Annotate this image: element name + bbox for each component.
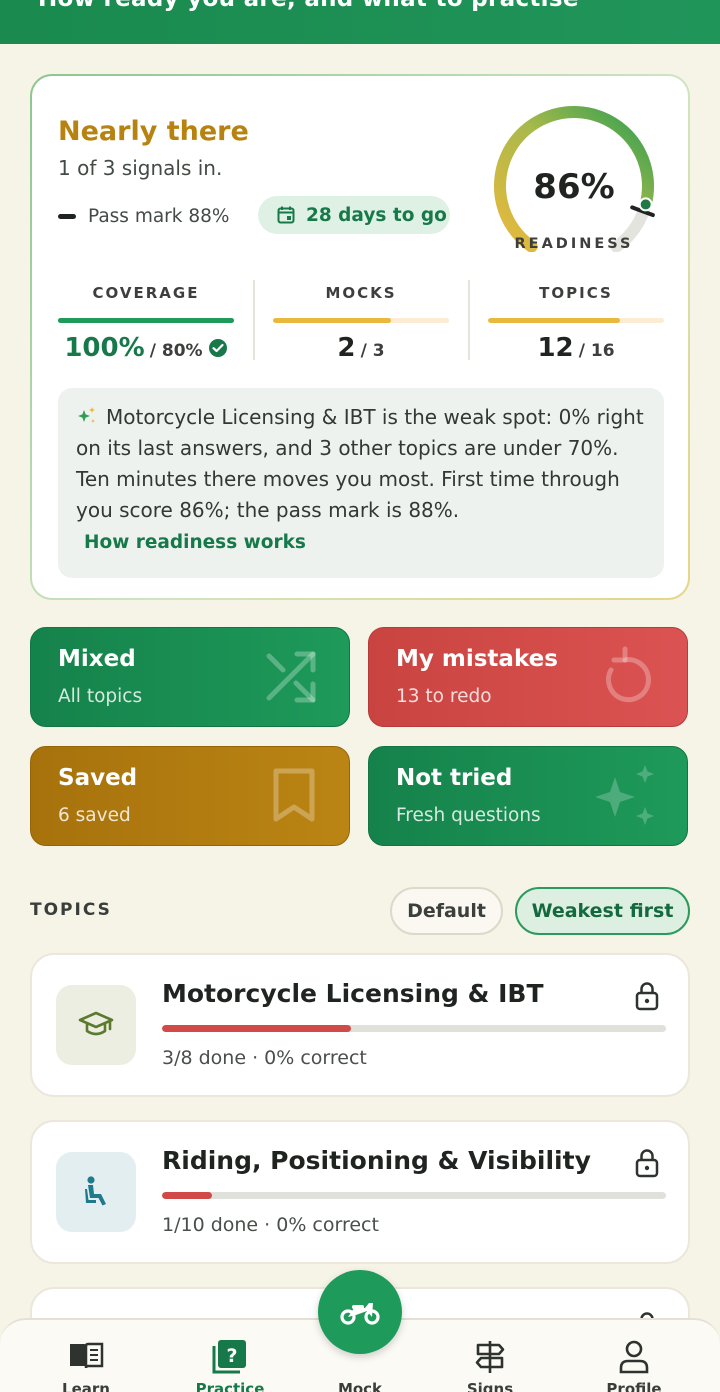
lock-icon xyxy=(635,1149,659,1178)
nav-label: Mock xyxy=(337,1380,383,1392)
stat-label: MOCKS xyxy=(325,284,397,302)
readiness-percent: 86% xyxy=(533,167,614,207)
graduation-cap-icon xyxy=(78,1011,114,1036)
days-to-go-label: 28 days to go xyxy=(306,204,447,226)
readiness-gauge: 86% xyxy=(494,106,655,252)
topic-card[interactable]: Riding, Positioning & Visibility 1/10 do… xyxy=(30,1120,690,1264)
stat-bar xyxy=(58,318,234,323)
topics-heading: TOPICS xyxy=(30,900,112,920)
stat-divider xyxy=(468,280,470,360)
calendar-icon xyxy=(277,206,295,224)
days-to-go-badge: 28 days to go xyxy=(258,196,450,234)
nav-label: Profile xyxy=(606,1380,662,1392)
topic-progress-bar xyxy=(162,1025,666,1032)
tile-title: Saved xyxy=(58,765,138,791)
mixed-practice-button[interactable]: Mixed All topics xyxy=(30,627,350,727)
stat-number: 2 xyxy=(337,333,356,363)
stat-label: TOPICS xyxy=(539,284,613,302)
topic-icon-box xyxy=(56,1152,136,1232)
my-mistakes-button[interactable]: My mistakes 13 to redo xyxy=(368,627,688,727)
tile-title: My mistakes xyxy=(396,646,558,672)
topic-title: Riding, Positioning & Visibility xyxy=(162,1146,591,1175)
shuffle-icon xyxy=(266,651,316,703)
tile-subtitle: Fresh questions xyxy=(396,805,541,826)
nav-profile[interactable]: Profile xyxy=(574,1320,694,1392)
nav-label: Practice xyxy=(195,1380,265,1392)
gauge-caption: READINESS xyxy=(514,236,634,252)
tile-subtitle: 13 to redo xyxy=(396,686,492,707)
stat-bar-fill xyxy=(488,318,620,323)
stat-target: / 80% xyxy=(149,341,203,361)
pass-mark-label: Pass mark 88% xyxy=(88,205,230,227)
lock-icon xyxy=(635,982,659,1011)
motorcycle-icon xyxy=(340,1303,380,1325)
stat-topics: TOPICS 12 / 16 xyxy=(488,276,664,366)
stat-divider xyxy=(253,280,255,360)
bookmark-icon xyxy=(273,768,315,822)
signals-count: 1 of 3 signals in. xyxy=(58,156,223,180)
nav-signs[interactable]: Signs xyxy=(430,1320,550,1392)
sort-weakest-first-chip[interactable]: Weakest first xyxy=(515,887,690,935)
nav-label: Learn xyxy=(62,1380,110,1392)
tile-title: Not tried xyxy=(396,765,513,791)
sort-default-chip[interactable]: Default xyxy=(390,887,503,935)
rider-icon xyxy=(85,1176,106,1206)
stat-value: 12 / 16 xyxy=(488,333,664,363)
mock-test-button[interactable] xyxy=(318,1270,402,1354)
not-tried-button[interactable]: Not tried Fresh questions xyxy=(368,746,688,846)
check-circle-icon xyxy=(208,339,227,357)
tile-subtitle: All topics xyxy=(58,686,143,707)
stat-mocks: MOCKS 2 / 3 xyxy=(273,276,449,366)
page-subtitle: How ready you are, and what to practise xyxy=(38,0,579,12)
stat-bar-fill xyxy=(273,318,391,323)
stat-bar xyxy=(488,318,664,323)
book-icon xyxy=(70,1342,104,1369)
stat-number: 12 xyxy=(537,333,574,363)
page-header: How ready you are, and what to practise xyxy=(0,0,720,44)
stat-target: / 3 xyxy=(360,341,385,361)
how-readiness-works-link[interactable]: How readiness works xyxy=(84,532,306,553)
insight-message: Motorcycle Licensing & IBT is the weak s… xyxy=(76,405,644,522)
readiness-card: Nearly there 1 of 3 signals in. Pass mar… xyxy=(30,74,690,600)
readiness-insight: Motorcycle Licensing & IBT is the weak s… xyxy=(58,388,664,578)
sparkle-icon xyxy=(595,765,654,825)
topic-meta: 1/10 done · 0% correct xyxy=(162,1214,379,1236)
stat-value: 100% / 80% xyxy=(58,333,234,363)
stat-target: / 16 xyxy=(578,341,615,361)
stat-number: 100% xyxy=(64,333,145,363)
pass-mark: Pass mark 88% xyxy=(58,196,230,236)
gauge-marker-icon xyxy=(638,197,653,212)
stat-bar xyxy=(273,318,449,323)
sparkle-icon xyxy=(78,407,95,423)
topic-progress-fill xyxy=(162,1192,213,1199)
insight-text: Motorcycle Licensing & IBT is the weak s… xyxy=(76,402,656,526)
topic-title: Motorcycle Licensing & IBT xyxy=(162,979,544,1008)
stat-value: 2 / 3 xyxy=(273,333,449,363)
topic-icon-box xyxy=(56,985,136,1065)
stat-bar-fill xyxy=(58,318,234,323)
readiness-status: Nearly there xyxy=(58,116,249,147)
topic-meta: 3/8 done · 0% correct xyxy=(162,1047,367,1069)
signpost-icon xyxy=(475,1341,505,1373)
stat-coverage: COVERAGE 100% / 80% xyxy=(58,276,234,366)
nav-practice[interactable]: ? Practice xyxy=(170,1320,290,1392)
nav-learn[interactable]: Learn xyxy=(26,1320,146,1392)
saved-questions-button[interactable]: Saved 6 saved xyxy=(30,746,350,846)
svg-text:?: ? xyxy=(226,1345,237,1367)
topic-progress-fill xyxy=(162,1025,351,1032)
pass-mark-dash-icon xyxy=(58,213,76,219)
topic-progress-bar xyxy=(162,1192,666,1199)
question-icon: ? xyxy=(212,1340,246,1374)
stat-label: COVERAGE xyxy=(92,284,200,302)
tile-subtitle: 6 saved xyxy=(58,805,131,826)
topic-card[interactable]: Motorcycle Licensing & IBT 3/8 done · 0%… xyxy=(30,953,690,1097)
person-icon xyxy=(619,1340,649,1374)
readiness-stats: COVERAGE 100% / 80% MOCKS 2 / 3 TOPICS 1… xyxy=(58,276,666,366)
nav-label: Signs xyxy=(466,1380,514,1392)
redo-icon xyxy=(606,646,651,703)
tile-title: Mixed xyxy=(58,646,136,672)
